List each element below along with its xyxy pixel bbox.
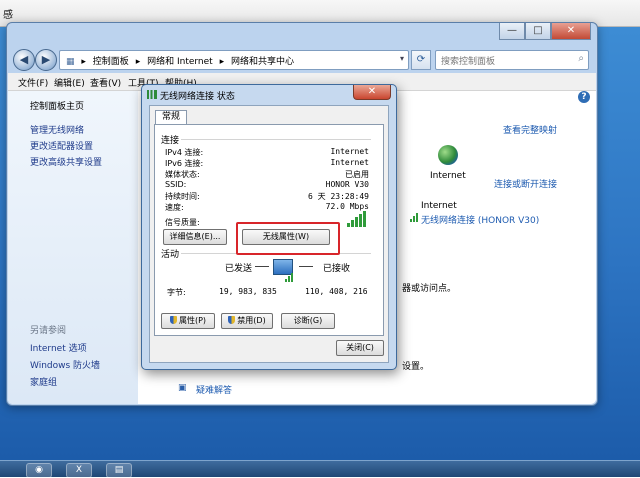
- uac-shield-icon: [169, 316, 177, 324]
- disable-button[interactable]: 禁用(D): [221, 313, 273, 329]
- homegroup-link[interactable]: 家庭组: [30, 375, 57, 388]
- left-task-pane: 控制面板主页 管理无线网络 更改适配器设置 更改高级共享设置 另请参阅 Inte…: [8, 91, 138, 404]
- menu-file[interactable]: 文件(F): [18, 76, 48, 89]
- search-icon[interactable]: ⌕: [578, 53, 584, 64]
- properties-button[interactable]: 属性(P): [161, 313, 215, 329]
- internet-label: Internet: [430, 171, 466, 181]
- dialog-close-button[interactable]: ✕: [353, 85, 391, 100]
- search-placeholder: 搜索控制面板: [441, 57, 496, 67]
- dialog-close-action-button[interactable]: 关闭(C): [336, 340, 384, 356]
- diagnose-button[interactable]: 诊断(G): [281, 313, 335, 329]
- sent-label: 已发送: [225, 264, 253, 274]
- see-also-title: 另请参阅: [30, 326, 67, 336]
- menu-view[interactable]: 查看(V): [90, 76, 121, 89]
- minimize-button[interactable]: —: [499, 23, 525, 40]
- bytes-sent-value: 19, 983, 835: [219, 287, 277, 296]
- bytes-label: 字节:: [167, 288, 186, 297]
- access-type-value: Internet: [421, 201, 457, 211]
- signal-bar: [351, 220, 354, 227]
- signal-strength-icon: [347, 211, 367, 227]
- advanced-sharing-link[interactable]: 更改高级共享设置: [30, 155, 102, 168]
- troubleshoot-icon: ▣: [178, 383, 187, 393]
- control-panel-home-link[interactable]: 控制面板主页: [30, 99, 84, 112]
- wireless-connection-link[interactable]: 无线网络连接 (HONOR V30): [421, 213, 539, 226]
- dialog-title: 无线网络连接 状态: [160, 92, 235, 102]
- navigation-row: ◀ ▶ ▦ ▸ 控制面板 ▸ 网络和 Internet ▸ 网络和共享中心 ▾ …: [7, 47, 597, 71]
- window-titlebar[interactable]: — □ ✕: [7, 23, 597, 41]
- troubleshoot-link[interactable]: 疑难解答: [196, 383, 232, 396]
- disable-button-label: 禁用(D): [237, 316, 266, 325]
- menu-edit[interactable]: 编辑(E): [54, 76, 85, 89]
- ipv6-value: Internet: [330, 158, 369, 167]
- received-label: 已接收: [323, 264, 351, 274]
- properties-button-label: 属性(P): [178, 316, 207, 325]
- ipv4-label: IPv4 连接:: [165, 148, 204, 157]
- duration-value: 6 天 23:28:49: [308, 192, 369, 201]
- breadcrumb-separator: ▸: [81, 57, 86, 67]
- wireless-network-icon: [147, 90, 157, 99]
- address-dropdown-icon[interactable]: ▾: [400, 54, 404, 63]
- media-state-value: 已启用: [345, 170, 369, 179]
- view-full-map-link[interactable]: 查看完整映射: [503, 123, 557, 136]
- connection-signal-icon: [410, 213, 419, 222]
- media-state-label: 媒体状态:: [165, 170, 200, 179]
- background-window-title: 感: [3, 10, 13, 21]
- speed-value: 72.0 Mbps: [325, 202, 369, 211]
- breadcrumb-network-sharing-center[interactable]: 网络和共享中心: [231, 57, 294, 67]
- router-text-fragment: 器或访问点。: [402, 284, 457, 294]
- signal-quality-label: 信号质量:: [165, 218, 200, 227]
- windows-firewall-link[interactable]: Windows 防火墙: [30, 358, 100, 371]
- activity-signal-icon: [285, 273, 294, 282]
- uac-shield-icon: [228, 316, 236, 324]
- settings-text-fragment: 设置。: [402, 362, 430, 372]
- breadcrumb-separator: ▸: [135, 57, 141, 67]
- forward-arrow-icon[interactable]: ▶: [35, 49, 57, 71]
- maximize-button[interactable]: □: [525, 23, 551, 40]
- bytes-received-value: 110, 408, 216: [305, 287, 368, 296]
- internet-options-link[interactable]: Internet 选项: [30, 341, 87, 354]
- ssid-value: HONOR V30: [325, 180, 369, 189]
- signal-bar: [355, 217, 358, 227]
- refresh-icon[interactable]: ⟳: [411, 50, 431, 70]
- tab-general[interactable]: 常规: [155, 110, 187, 125]
- details-button[interactable]: 详细信息(E)...: [163, 229, 227, 245]
- search-input[interactable]: 搜索控制面板 ⌕: [435, 50, 589, 70]
- signal-bar: [347, 223, 350, 227]
- connection-section-title: 连接: [161, 136, 180, 146]
- highlight-box: [236, 222, 340, 255]
- activity-section-title: 活动: [161, 250, 180, 260]
- help-icon[interactable]: ?: [578, 91, 590, 103]
- duration-label: 持续时间:: [165, 192, 200, 201]
- taskbar: ◉ X ▤: [0, 460, 640, 478]
- control-panel-crumb-icon: ▦: [66, 57, 75, 67]
- breadcrumb-separator: ▸: [219, 57, 225, 67]
- back-arrow-icon[interactable]: ◀: [13, 49, 35, 71]
- connect-disconnect-link[interactable]: 连接或断开连接: [494, 177, 557, 190]
- signal-bar: [363, 211, 366, 227]
- window-close-button[interactable]: ✕: [551, 23, 591, 40]
- manage-wireless-link[interactable]: 管理无线网络: [30, 123, 84, 136]
- breadcrumb-network-internet[interactable]: 网络和 Internet: [147, 57, 213, 67]
- internet-globe-icon: [438, 145, 458, 165]
- address-bar[interactable]: ▦ ▸ 控制面板 ▸ 网络和 Internet ▸ 网络和共享中心 ▾: [59, 50, 409, 70]
- ssid-label: SSID:: [165, 180, 187, 189]
- ipv6-label: IPv6 连接:: [165, 159, 204, 168]
- ipv4-value: Internet: [330, 147, 369, 156]
- signal-bar: [359, 214, 362, 227]
- speed-label: 速度:: [165, 203, 184, 212]
- change-adapter-link[interactable]: 更改适配器设置: [30, 139, 93, 152]
- breadcrumb-control-panel[interactable]: 控制面板: [93, 57, 129, 67]
